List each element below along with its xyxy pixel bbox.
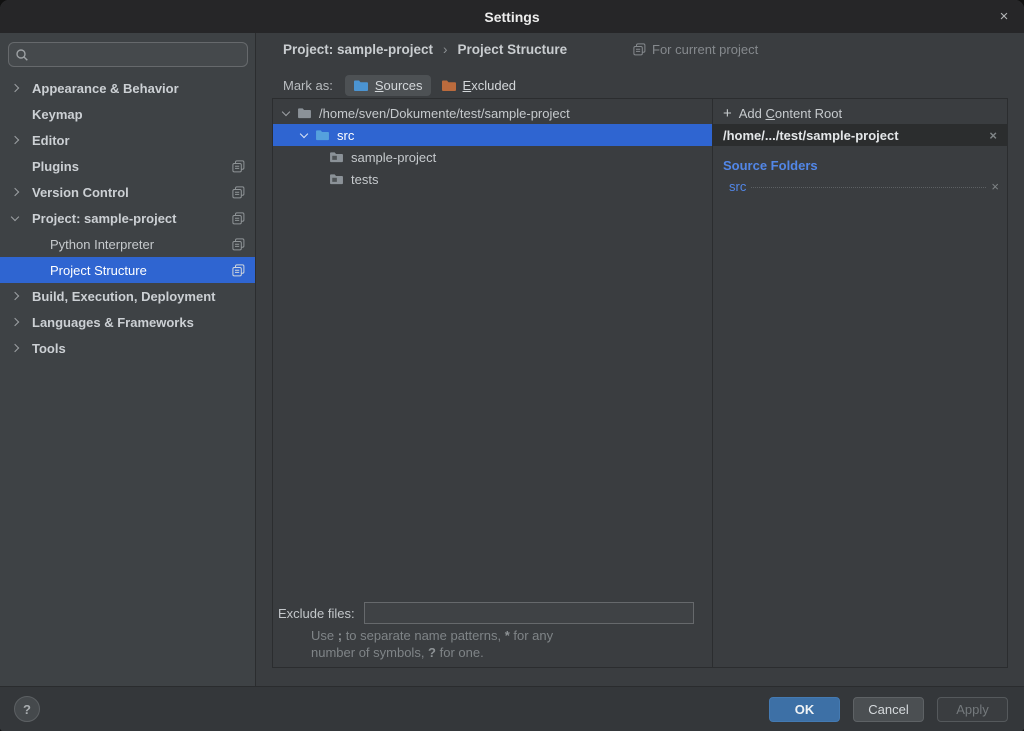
shared-settings-icon (232, 160, 245, 173)
chevron-right-icon (11, 318, 19, 326)
shared-settings-icon (232, 212, 245, 225)
chevron-down-icon (11, 212, 19, 220)
chevron-right-icon (11, 84, 19, 92)
shared-settings-icon (232, 186, 245, 199)
exclude-files-hint: Use ; to separate name patterns, * for a… (311, 627, 553, 661)
sidebar-item-build-execution-deployment[interactable]: Build, Execution, Deployment (0, 283, 255, 309)
add-content-root-label: Add Content Root (739, 106, 842, 121)
tree-row-label: src (337, 128, 354, 143)
sidebar-item-project[interactable]: Project: sample-project (0, 205, 255, 231)
mark-excluded-button[interactable]: Excluded (433, 75, 524, 96)
sidebar-item-label: Tools (32, 341, 66, 356)
content-root-path: /home/.../test/sample-project (723, 128, 899, 143)
sidebar-item-label: Version Control (32, 185, 129, 200)
shared-settings-icon (232, 238, 245, 251)
chevron-right-icon (11, 344, 19, 352)
sidebar-item-editor[interactable]: Editor (0, 127, 255, 153)
sidebar-item-label: Plugins (32, 159, 79, 174)
project-structure-panel: /home/sven/Dokumente/test/sample-project… (272, 98, 1008, 668)
window-title: Settings (484, 9, 539, 25)
scope-label: For current project (652, 42, 758, 57)
sidebar-item-label: Project Structure (50, 263, 147, 278)
folder-icon (329, 173, 344, 185)
breadcrumb: Project: sample-project › Project Struct… (283, 40, 567, 58)
search-icon (15, 48, 29, 62)
plus-icon: + (723, 106, 732, 121)
tree-row-label: tests (351, 172, 378, 187)
source-folders-heading: Source Folders (713, 146, 1007, 173)
tree-row-label: sample-project (351, 150, 436, 165)
add-content-root-button[interactable]: + Add Content Root (713, 102, 1007, 124)
sidebar-item-label: Project: sample-project (32, 211, 177, 226)
exclude-files-input[interactable] (364, 602, 694, 624)
sources-folder-icon (353, 79, 369, 92)
chevron-right-icon (11, 188, 19, 196)
sidebar-item-label: Languages & Frameworks (32, 315, 194, 330)
chevron-right-icon (11, 136, 19, 144)
sidebar-item-plugins[interactable]: Plugins (0, 153, 255, 179)
content-root-item[interactable]: /home/.../test/sample-project × (713, 124, 1007, 146)
tree-row-root[interactable]: /home/sven/Dokumente/test/sample-project (273, 102, 712, 124)
settings-dialog: Settings × Appearance & Behavior Keymap … (0, 0, 1024, 731)
chevron-down-icon (282, 107, 290, 115)
mark-as-toolbar: Mark as: Sources Excluded (283, 73, 524, 98)
sidebar-item-label: Editor (32, 133, 70, 148)
sidebar-item-languages-frameworks[interactable]: Languages & Frameworks (0, 309, 255, 335)
sidebar-item-label: Build, Execution, Deployment (32, 289, 215, 304)
exclude-files-row: Exclude files: (278, 602, 708, 624)
sidebar-item-keymap[interactable]: Keymap (0, 101, 255, 127)
mark-sources-button[interactable]: Sources (345, 75, 431, 96)
folder-icon (297, 107, 312, 119)
tree-row-src[interactable]: src (273, 124, 712, 146)
current-project-icon (633, 43, 646, 56)
apply-button[interactable]: Apply (937, 697, 1008, 722)
tree-row-sample-project[interactable]: sample-project (273, 146, 712, 168)
ok-button[interactable]: OK (769, 697, 840, 722)
sidebar-item-project-structure[interactable]: Project Structure (0, 257, 255, 283)
remove-source-folder-icon[interactable]: × (991, 179, 999, 194)
remove-content-root-icon[interactable]: × (989, 128, 997, 143)
mark-excluded-label: Excluded (463, 78, 516, 93)
excluded-folder-icon (441, 79, 457, 92)
help-icon: ? (23, 702, 31, 717)
search-input[interactable] (29, 47, 241, 62)
dotted-leader (751, 187, 986, 188)
exclude-files-label: Exclude files: (278, 606, 355, 621)
mark-as-label: Mark as: (283, 78, 333, 93)
folder-icon (329, 151, 344, 163)
chevron-right-icon (11, 292, 19, 300)
chevron-down-icon (300, 129, 308, 137)
directory-tree: /home/sven/Dokumente/test/sample-project… (273, 99, 712, 667)
sidebar-item-label: Appearance & Behavior (32, 81, 179, 96)
help-button[interactable]: ? (14, 696, 40, 722)
settings-sidebar: Appearance & Behavior Keymap Editor Plug… (0, 33, 256, 686)
sidebar-item-tools[interactable]: Tools (0, 335, 255, 361)
sidebar-item-appearance-behavior[interactable]: Appearance & Behavior (0, 75, 255, 101)
sidebar-item-label: Keymap (32, 107, 83, 122)
source-folder-item[interactable]: src × (713, 173, 1007, 194)
dialog-footer: ? OK Cancel Apply (0, 686, 1024, 731)
breadcrumb-project[interactable]: Project: sample-project (283, 42, 433, 57)
sidebar-item-version-control[interactable]: Version Control (0, 179, 255, 205)
sidebar-item-label: Python Interpreter (50, 237, 154, 252)
mark-sources-label: Sources (375, 78, 423, 93)
close-icon[interactable]: × (995, 8, 1013, 26)
source-folder-icon (315, 129, 330, 141)
tree-row-tests[interactable]: tests (273, 168, 712, 190)
breadcrumb-project-structure[interactable]: Project Structure (458, 42, 568, 57)
search-field[interactable] (8, 42, 248, 67)
tree-row-label: /home/sven/Dokumente/test/sample-project (319, 106, 570, 121)
sidebar-item-python-interpreter[interactable]: Python Interpreter (0, 231, 255, 257)
scope-indicator[interactable]: For current project (633, 40, 758, 58)
titlebar: Settings × (0, 0, 1024, 33)
cancel-button[interactable]: Cancel (853, 697, 924, 722)
breadcrumb-separator: › (443, 42, 448, 57)
shared-settings-icon (232, 264, 245, 277)
source-folder-label: src (729, 179, 746, 194)
content-roots-pane: + Add Content Root /home/.../test/sample… (712, 99, 1007, 667)
sidebar-nav: Appearance & Behavior Keymap Editor Plug… (0, 75, 255, 361)
